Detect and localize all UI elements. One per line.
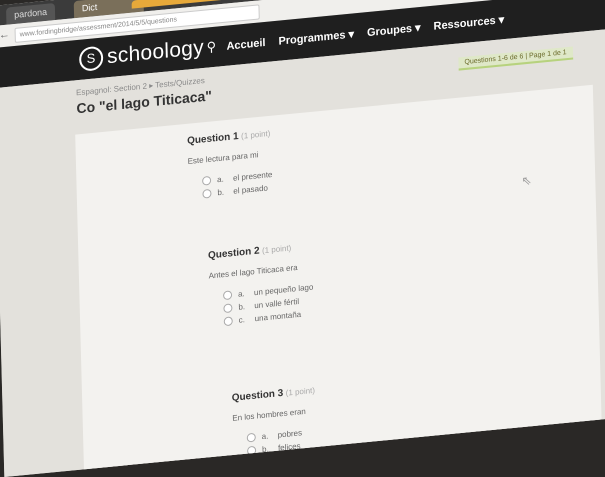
question-points: (1 point) [240,128,271,141]
question-points: (1 point) [285,385,316,398]
search-icon[interactable]: ⚲ [206,39,216,56]
option-letter: b. [217,187,225,198]
radio-button[interactable] [223,303,233,314]
mouse-cursor-icon: ⇖ [521,173,532,189]
question-block: Question 2 (1 point) Antes el lago Titic… [208,240,314,329]
radio-button[interactable] [202,176,212,187]
radio-button[interactable] [202,189,212,200]
question-status: Questions 1-6 de 6 | Page 1 de 1 [458,46,573,71]
menu-item-programmes[interactable]: Programmes ▾ [278,28,354,47]
radio-button[interactable] [247,459,257,470]
option-letter: c. [238,315,246,325]
menu-item-groupes[interactable]: Groupes ▾ [367,22,421,39]
option-text: el pasado [233,183,269,196]
screen: pardona Dict ← www.fordingbridge/assessm… [0,0,605,477]
answer-options: a. el presente b. el pasado [202,168,273,201]
question-heading: Question 2 [207,245,260,262]
schoology-logo[interactable]: Sschoology [78,35,205,72]
radio-button[interactable] [246,433,256,443]
back-arrow-icon[interactable]: ← [0,28,10,41]
question-heading: Question 3 [231,387,284,404]
answer-options: a. pobres b. felices c. en guerra [246,425,317,471]
option-letter: b. [261,444,269,455]
logo-badge: S [78,45,104,72]
question-prompt: Antes el lago Titicaca era [208,262,298,281]
radio-button[interactable] [223,316,233,327]
option-text: en guerra [278,453,313,466]
radio-button[interactable] [247,446,257,456]
question-points: (1 point) [261,243,292,256]
answer-option[interactable]: c. en guerra [247,451,317,471]
option-text: una montaña [254,309,302,324]
quiz-card: ⇖ Question 1 (1 point) Este lectura para… [75,84,603,477]
option-text: pobres [277,428,303,440]
option-text: felices [277,441,301,453]
question-prompt: Este lectura para mi [187,150,259,166]
question-block: Question 3 (1 point) En los hombres eran… [232,385,317,472]
menu-item-accueil[interactable]: Accueil [226,37,265,53]
question-block: Question 1 (1 point) Este lectura para m… [187,128,273,202]
radio-button[interactable] [223,290,233,301]
question-heading: Question 1 [186,130,239,147]
question-prompt: En los hombres eran [232,406,306,423]
logo-text: schoology [106,35,205,69]
answer-options: a. un pequeño lago b. un valle fértil c. un… [223,280,314,328]
page-body: Espagnol: Section 2 ▸ Tests/Quizzes Co "… [0,26,605,477]
menu-item-ressources[interactable]: Ressources ▾ [433,14,504,33]
